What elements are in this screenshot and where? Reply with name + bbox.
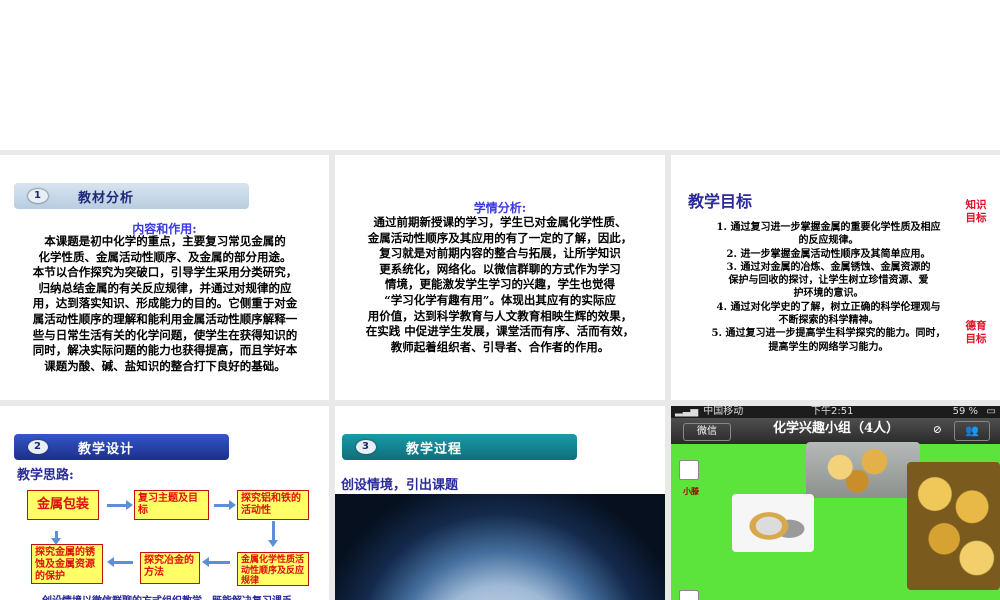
text-line: 归纳总结金属的有关反应规律，并通过对规律的应 bbox=[38, 280, 292, 295]
list-item: 5. 通过复习进一步提高学生科学探究的能力。同时， bbox=[711, 328, 946, 340]
member-avatar[interactable] bbox=[679, 460, 699, 480]
section-title: 教材分析 bbox=[78, 190, 135, 206]
list-item: 4. 通过对化学史的了解，树立正确的科学伦理观与 bbox=[716, 301, 941, 313]
slide-textbook-analysis[interactable]: 1 教材分析 内容和作用: 本课题是初中化学的重点，主要复习常见金属的 化学性质… bbox=[0, 155, 329, 400]
text-line: 复习就是对前期内容的整合与拓展，让所学知识 bbox=[379, 246, 621, 261]
bottom-note: 创设情境以微信群聊的方式组织教学，既能解决复习课乏 bbox=[42, 592, 292, 600]
body-text: 通过前期新授课的学习，学生已对金属化学性质、 金属活动性顺序及其应用的有了一定的… bbox=[341, 215, 659, 355]
flow-arrow bbox=[107, 500, 133, 510]
list-item: 2. 进一步掌握金属活动性顺序及其简单应用。 bbox=[726, 248, 931, 260]
flow-box-corrosion: 探究金属的锈蚀及金属资源的保护 bbox=[31, 544, 103, 584]
text-line: 在实践 中促进学生发展，课堂活而有序、活而有效， bbox=[365, 324, 635, 339]
list-item: 保护与回收的探讨，让学生树立珍惜资源、爱 bbox=[728, 275, 929, 287]
text-line: 金属活动性顺序及其应用的有了一定的了解，因此， bbox=[367, 230, 633, 245]
section-number: 3 bbox=[356, 440, 376, 454]
text-line: 同时，解决实际问题的能力也获得提高，而且学好本 bbox=[32, 343, 298, 358]
teaching-idea-label: 教学思路: bbox=[17, 468, 74, 483]
earth-image bbox=[335, 494, 665, 600]
section-number: 2 bbox=[28, 440, 48, 454]
text-line: 化学性质、金属活动性顺序、及金属的部分用途。 bbox=[38, 249, 292, 264]
subtitle: 学情分析: bbox=[473, 201, 527, 215]
list-item: 不断探索的科学精神。 bbox=[778, 315, 879, 327]
flow-arrow bbox=[268, 521, 278, 547]
text-line: 更系统化，网络化。以微信群聊的方式作为学习 bbox=[379, 261, 621, 276]
chocolate-coins-photo[interactable] bbox=[806, 442, 920, 498]
flow-arrow bbox=[107, 557, 133, 567]
text-line: 教师起着组织者、引导者、合作者的作用。 bbox=[390, 339, 610, 354]
slide-wechat-group[interactable]: ▂▃▅ 中国移动 下午2:51 59 % ▭ 微信 化学兴趣小组（4人） ⊘ 👥… bbox=[671, 406, 1000, 600]
flow-arrow bbox=[202, 557, 230, 567]
slide-teaching-design[interactable]: 2 教学设计 教学思路: 金属包装 复习主题及目标 探究铝和铁的活动性 探究金属… bbox=[0, 406, 329, 600]
flow-box-metal-packaging: 金属包装 bbox=[27, 490, 99, 520]
text-line: 属活动性顺序的理解和能利用金属活动性顺序解释一 bbox=[32, 311, 298, 326]
battery-icon: ▭ bbox=[986, 406, 996, 417]
moral-goal-label: 德育目标 bbox=[965, 320, 987, 345]
group-members-icon[interactable]: 👥 bbox=[954, 421, 990, 441]
text-line: 本节以合作探究为突破口，引导学生采用分类研究， bbox=[32, 265, 298, 280]
slide-teaching-goals[interactable]: 教学目标 知识目标 德育目标 1. 通过复习进一步掌握金属的重要化学性质及相应 … bbox=[671, 155, 1000, 400]
list-item: 3. 通过对金属的冶炼、金属锈蚀、金属资源的 bbox=[726, 261, 931, 273]
slide-title: 教学目标 bbox=[688, 192, 753, 211]
section-ribbon: 2 教学设计 bbox=[14, 434, 229, 460]
text-line: “学习化学有趣有用”。体现出其应有的实际应 bbox=[384, 292, 616, 307]
goal-list: 1. 通过复习进一步掌握金属的重要化学性质及相应 的反应规律。 2. 进一步掌握… bbox=[701, 221, 956, 354]
text-line: 课题为酸、碱、盐知识的整合打下良好的基础。 bbox=[44, 358, 286, 373]
battery-level: 59 % bbox=[952, 406, 978, 417]
flow-box-explore-al-fe: 探究铝和铁的活动性 bbox=[237, 490, 309, 520]
mute-icon[interactable]: ⊘ bbox=[933, 423, 942, 436]
slide-student-analysis[interactable]: 学情分析: 通过前期新授课的学习，学生已对金属化学性质、 金属活动性顺序及其应用… bbox=[335, 155, 665, 400]
member-avatar[interactable] bbox=[679, 590, 699, 600]
section-title: 教学设计 bbox=[78, 441, 135, 457]
section-ribbon: 1 教材分析 bbox=[14, 183, 249, 209]
list-item: 护环境的意识。 bbox=[793, 288, 864, 300]
slide-teaching-process[interactable]: 3 教学过程 创设情境，引出课题 bbox=[335, 406, 665, 600]
member-name: 小滕 bbox=[683, 486, 699, 496]
text-line: 通过前期新授课的学习，学生已对金属化学性质、 bbox=[373, 215, 627, 229]
text-line: 用价值，达到科学教育与人文教育相映生辉的效果， bbox=[367, 308, 633, 323]
flow-box-review-goals: 复习主题及目标 bbox=[134, 490, 209, 520]
flow-box-properties: 金属化学性质活动性顺序及反应规律 bbox=[237, 552, 309, 586]
status-time: 下午2:51 bbox=[811, 406, 854, 417]
section-ribbon: 3 教学过程 bbox=[342, 434, 577, 460]
section-title: 教学过程 bbox=[406, 441, 463, 457]
chat-title: 化学兴趣小组（4人） bbox=[772, 421, 900, 436]
carrier-label: 中国移动 bbox=[703, 406, 744, 417]
text-line: 情境，更能激发学生学习的兴趣，学生也觉得 bbox=[385, 277, 615, 292]
list-item: 1. 通过复习进一步掌握金属的重要化学性质及相应 bbox=[716, 222, 941, 233]
back-button[interactable]: 微信 bbox=[683, 423, 731, 441]
list-item: 提高学生的网络学习能力。 bbox=[768, 341, 889, 353]
phone-status-bar: ▂▃▅ 中国移动 下午2:51 59 % ▭ bbox=[671, 406, 1000, 418]
gold-coins-photo[interactable] bbox=[907, 462, 1000, 590]
wrapped-candy-photo[interactable] bbox=[732, 494, 814, 552]
text-line: 些与日常生活有关的化学问题，使学生在获得知识的 bbox=[32, 327, 298, 342]
chat-nav-bar: 微信 化学兴趣小组（4人） ⊘ 👥 bbox=[671, 418, 1000, 444]
list-item: 的反应规律。 bbox=[798, 235, 859, 247]
flow-box-smelting: 探究冶金的方法 bbox=[140, 552, 200, 584]
section-number: 1 bbox=[28, 189, 48, 203]
text-line: 本课题是初中化学的重点，主要复习常见金属的 bbox=[44, 234, 286, 248]
top-blank-area bbox=[0, 0, 1000, 150]
signal-icon: ▂▃▅ bbox=[675, 406, 699, 417]
knowledge-goal-label: 知识目标 bbox=[965, 199, 987, 224]
text-line: 用，达到落实知识、形成能力的目的。它侧重于对金 bbox=[32, 296, 298, 311]
scene-title: 创设情境，引出课题 bbox=[341, 478, 459, 493]
body-text: 本课题是初中化学的重点，主要复习常见金属的 化学性质、金属活动性顺序、及金属的部… bbox=[10, 234, 320, 374]
flow-arrow bbox=[214, 500, 236, 510]
flow-arrow bbox=[51, 531, 61, 545]
